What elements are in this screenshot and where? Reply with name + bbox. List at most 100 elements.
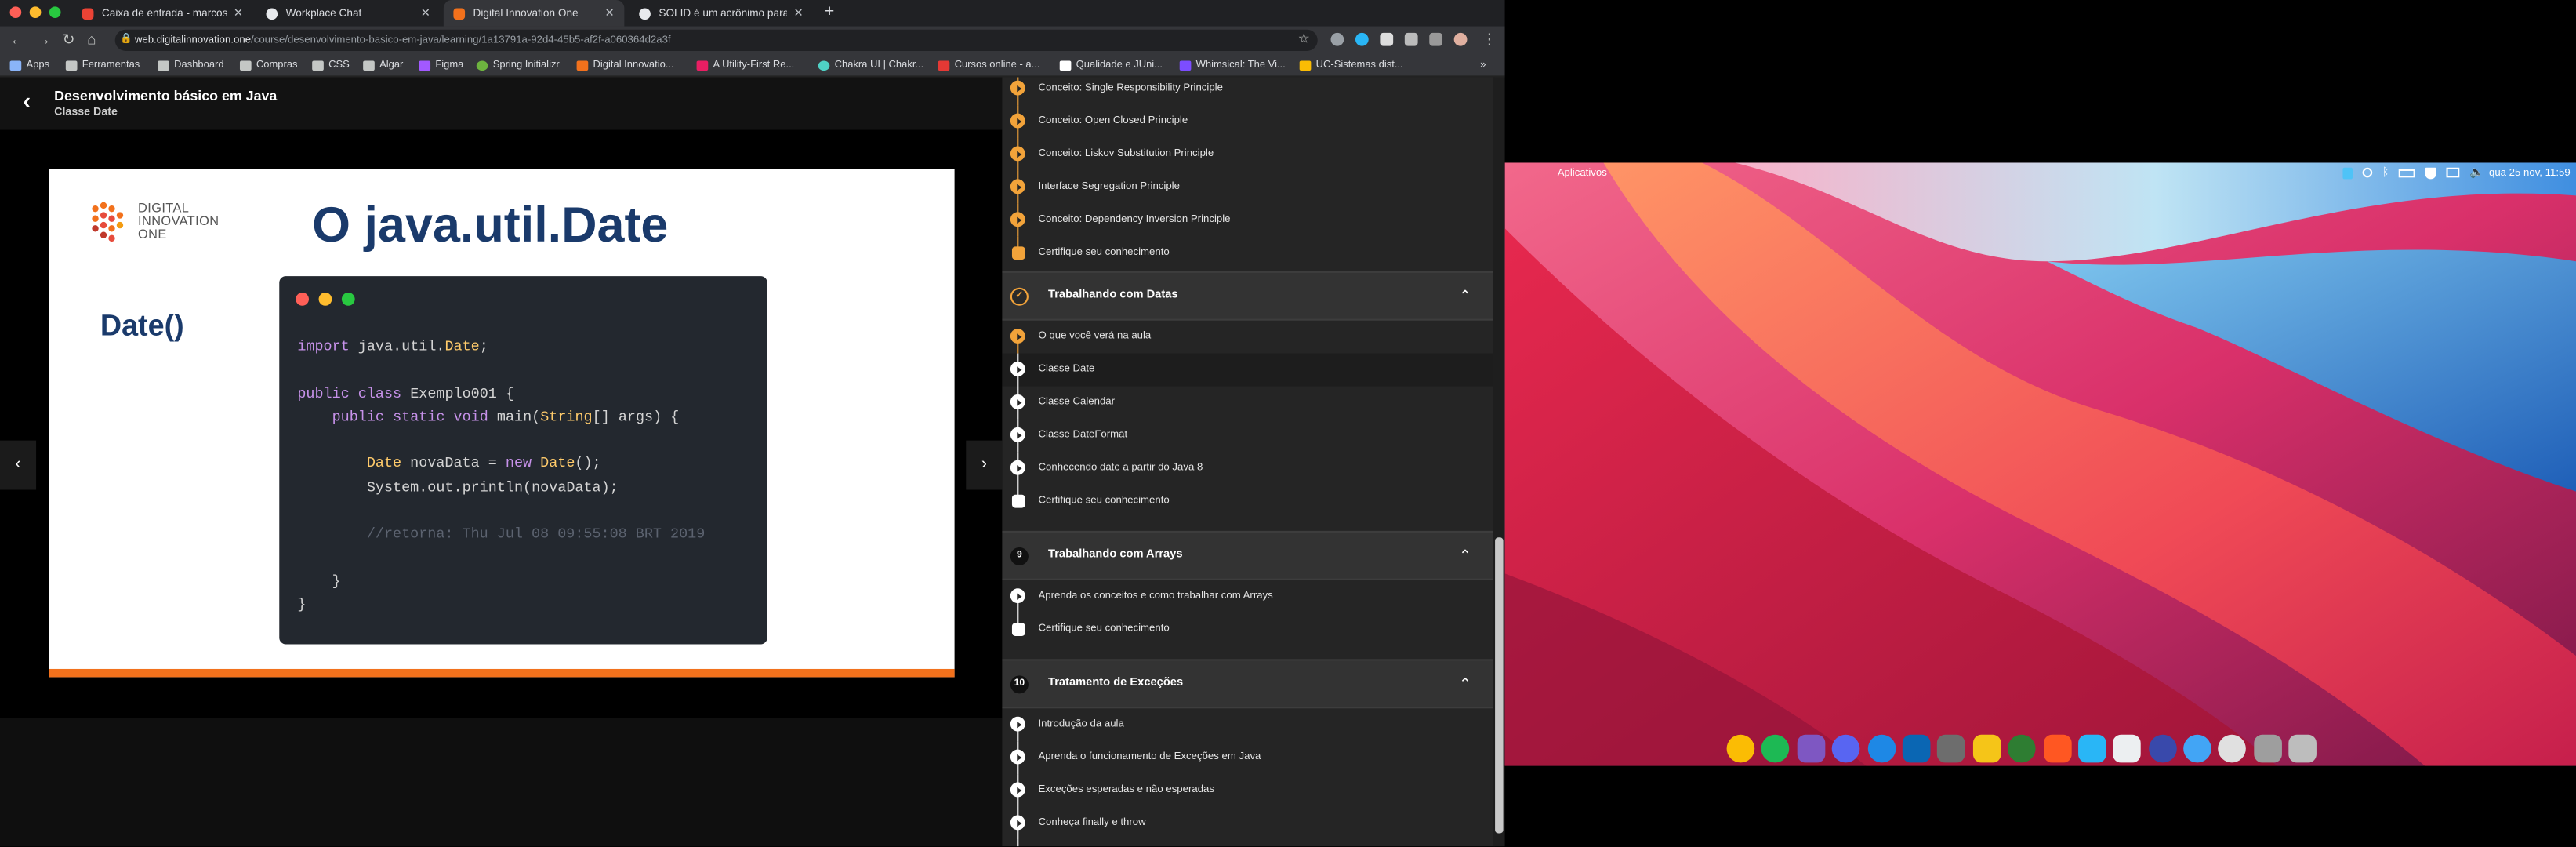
notes-icon[interactable] (2219, 733, 2247, 762)
more-bookmarks-button[interactable]: » (1480, 59, 1486, 71)
finder-icon[interactable] (1867, 733, 1896, 762)
chevron-up-icon[interactable]: ⌃ (1459, 288, 1471, 306)
chrome-icon[interactable] (1726, 733, 1755, 762)
network-icon[interactable] (2183, 733, 2211, 762)
workplace-icon (266, 7, 278, 20)
lesson-item[interactable]: Conceito: Dependency Inversion Principle (1002, 203, 1495, 237)
scrollbar-thumb[interactable] (1495, 537, 1504, 834)
bookmark-tailwind[interactable]: A Utility-First Re... (696, 59, 794, 71)
lesson-item[interactable]: Classe DateFormat (1002, 419, 1495, 453)
screenshot-icon[interactable] (2148, 733, 2177, 762)
lesson-item[interactable]: Certifique seu conhecimento (1002, 613, 1495, 646)
module-header[interactable]: 10 Tratamento de Exceções ⌃ (1002, 659, 1496, 709)
bookmark-label: Digital Innovatio... (593, 59, 674, 71)
bookmark-cursos[interactable]: Cursos online - a... (938, 59, 1039, 71)
extension-icon[interactable] (1355, 32, 1369, 46)
close-tab-icon[interactable]: ✕ (604, 6, 614, 20)
shield-icon[interactable] (2425, 166, 2437, 179)
bookmark-star-icon[interactable]: ☆ (1298, 31, 1310, 46)
video-area[interactable]: DIGITAL INNOVATION ONE O java.util.Date … (0, 129, 1003, 718)
bookmark-figma[interactable]: Figma (419, 59, 463, 71)
battery-icon[interactable] (2399, 168, 2416, 177)
bookmark-apps[interactable]: Apps (9, 59, 49, 71)
bookmark-folder[interactable]: Compras (239, 59, 298, 71)
new-tab-button[interactable]: + (825, 3, 834, 21)
network-icon[interactable] (2446, 167, 2460, 178)
puzzle-icon[interactable] (1404, 32, 1418, 46)
bookmark-dio[interactable]: Digital Innovatio... (576, 59, 674, 71)
lesson-item[interactable]: Interface Segregation Principle (1002, 170, 1495, 204)
reload-icon[interactable]: ↻ (63, 31, 75, 49)
close-tab-icon[interactable]: ✕ (421, 6, 430, 20)
lesson-item[interactable]: Conhecendo date a partir do Java 8 (1002, 452, 1495, 485)
lesson-item[interactable]: Aprenda o funcionamento de Exceções em J… (1002, 741, 1495, 775)
avatar[interactable] (1453, 32, 1468, 46)
intellij-icon[interactable] (2043, 733, 2071, 762)
close-tab-icon[interactable]: ✕ (234, 6, 243, 20)
close-tab-icon[interactable]: ✕ (793, 6, 803, 20)
lesson-item[interactable]: Conceito: Open Closed Principle (1002, 105, 1495, 139)
lesson-item[interactable]: Certifique seu conhecimento (1002, 485, 1495, 518)
discord-icon[interactable] (1832, 733, 1860, 762)
menu-clock[interactable]: qua 25 nov, 11:59 (2489, 168, 2571, 180)
wifi-icon[interactable] (2362, 167, 2373, 178)
lesson-item[interactable]: Certifique seu conhecimento (1002, 236, 1495, 270)
maximize-window-button[interactable] (49, 6, 61, 19)
lesson-item[interactable]: O que você verá na aula (1002, 321, 1495, 354)
module-header[interactable]: 9 Trabalhando com Arrays ⌃ (1002, 530, 1496, 580)
app-status-icon[interactable] (2342, 166, 2353, 179)
lesson-item[interactable]: Aprenda os conceitos e como trabalhar co… (1002, 580, 1495, 613)
virtualbox-icon[interactable] (2077, 733, 2106, 762)
back-icon[interactable]: ← (10, 31, 25, 48)
lesson-item[interactable]: Introdução da aula (1002, 708, 1495, 742)
address-bar[interactable]: 🔒 web.digitalinnovation.one/course/desen… (114, 29, 1318, 51)
forward-icon[interactable]: → (36, 31, 51, 48)
bookmark-folder[interactable]: Ferramentas (65, 59, 140, 71)
bookmark-uc[interactable]: UC-Sistemas dist... (1299, 59, 1403, 71)
typora-icon[interactable] (2113, 733, 2142, 762)
bookmark-spring[interactable]: Spring Initializr (476, 59, 560, 71)
lesson-item[interactable]: Classe Date (1002, 353, 1496, 387)
mongodb-icon[interactable] (2008, 733, 2036, 762)
settings-icon[interactable] (2254, 733, 2282, 762)
back-arrow-icon[interactable]: ‹ (23, 87, 31, 114)
chevron-up-icon[interactable]: ⌃ (1459, 675, 1471, 693)
gimp-icon[interactable] (1937, 733, 1966, 762)
lesson-item[interactable]: Exceções esperadas e não esperadas (1002, 774, 1495, 807)
chevron-up-icon[interactable]: ⌃ (1459, 547, 1471, 565)
extension-icon[interactable] (1380, 32, 1394, 46)
minimize-window-button[interactable] (29, 6, 42, 19)
volume-icon[interactable]: 🔈 (2469, 166, 2483, 180)
bookmark-qualidade[interactable]: Qualidade e JUni... (1059, 59, 1163, 71)
previous-lesson-button[interactable]: ‹ (0, 440, 37, 490)
lesson-item[interactable]: Conheça finally e throw (1002, 806, 1495, 840)
extension-icon[interactable] (1330, 32, 1344, 46)
lesson-item[interactable]: Conceito: Single Responsibility Principl… (1002, 77, 1495, 106)
spotify-icon[interactable] (1761, 733, 1791, 762)
tab-gmail[interactable]: Caixa de entrada - marcosvo ✕ (72, 0, 253, 27)
bookmark-folder[interactable]: Dashboard (158, 59, 224, 71)
tab-solid[interactable]: SOLID é um acrônimo para: -S ✕ (629, 0, 814, 27)
tab-digital-innovation-one[interactable]: Digital Innovation One ✕ (443, 0, 625, 27)
vscode-icon[interactable] (1902, 733, 1931, 762)
bookmark-folder[interactable]: CSS (312, 59, 350, 71)
close-window-button[interactable] (9, 6, 22, 19)
bitwarden-icon[interactable] (1972, 733, 2001, 762)
home-icon[interactable]: ⌂ (87, 31, 96, 48)
applications-menu[interactable]: Aplicativos (1558, 168, 1607, 180)
sidebar-scrollbar[interactable] (1493, 77, 1505, 847)
bookmark-chakra[interactable]: Chakra UI | Chakr... (818, 59, 923, 71)
lesson-item[interactable]: Certifique seu conhecimento (1002, 839, 1495, 847)
trash-icon[interactable] (2288, 733, 2317, 762)
menu-icon[interactable]: ⋮ (1482, 31, 1497, 49)
bluetooth-icon[interactable]: ᛒ (2382, 167, 2389, 179)
reading-list-icon[interactable] (1429, 32, 1443, 46)
bookmark-folder[interactable]: Algar (363, 59, 403, 71)
module-header[interactable]: ✓ Trabalhando com Datas ⌃ (1002, 271, 1496, 321)
lesson-item[interactable]: Conceito: Liskov Substitution Principle (1002, 138, 1495, 171)
next-lesson-button[interactable]: › (966, 440, 1003, 490)
tab-workplace-chat[interactable]: Workplace Chat ✕ (256, 0, 441, 27)
bookmark-whimsical[interactable]: Whimsical: The Vi... (1179, 59, 1286, 71)
lesson-item[interactable]: Classe Calendar (1002, 386, 1495, 420)
game-icon[interactable] (1797, 733, 1825, 762)
